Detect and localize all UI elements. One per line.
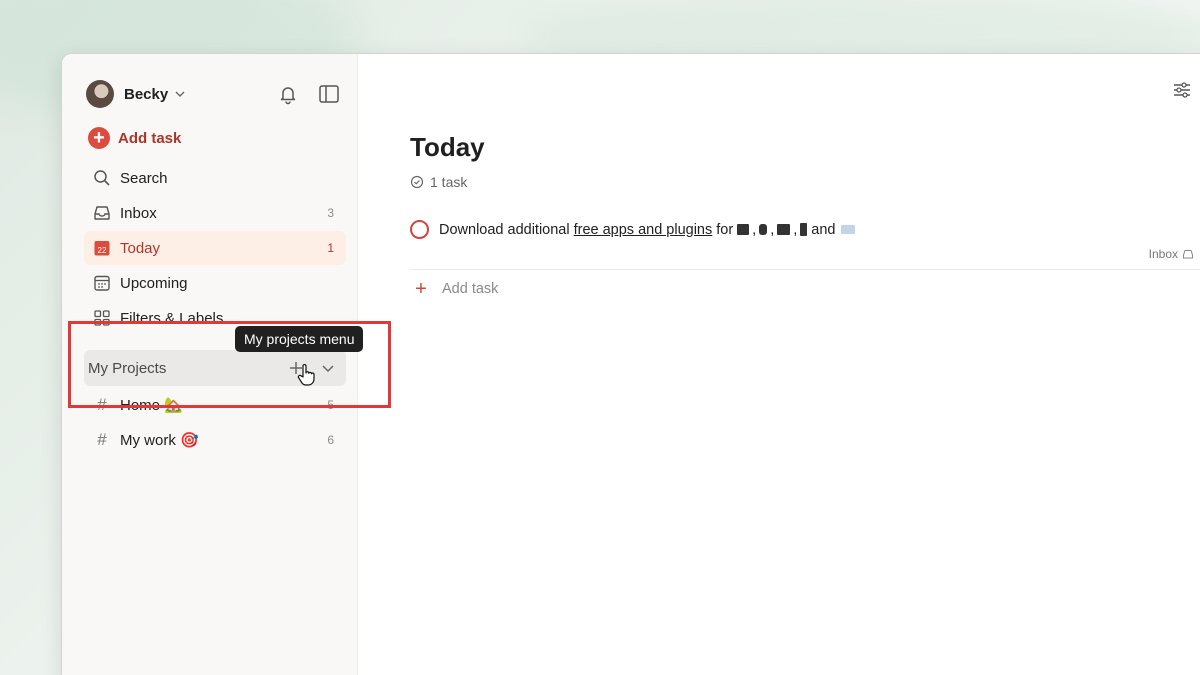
nav-label: Filters & Labels bbox=[120, 309, 224, 327]
user-menu[interactable]: Becky bbox=[86, 80, 186, 108]
tooltip: My projects menu bbox=[235, 326, 364, 352]
page-title: Today bbox=[410, 132, 485, 162]
task-project-label: Inbox bbox=[1148, 247, 1178, 261]
project-count: 5 bbox=[327, 398, 334, 412]
app-window: Becky + Add task Search Inbox 3 22 Today… bbox=[62, 54, 1200, 675]
hand-cursor-icon bbox=[297, 364, 315, 386]
plus-icon: + bbox=[415, 278, 427, 300]
sidebar: Becky + Add task Search Inbox 3 22 Today… bbox=[62, 54, 364, 675]
chevron-down-icon[interactable] bbox=[320, 360, 336, 376]
view-options-icon bbox=[1173, 82, 1190, 98]
task-item[interactable]: Download additional free apps and plugin… bbox=[410, 220, 856, 239]
search-icon bbox=[92, 168, 112, 188]
add-task-label: Add task bbox=[118, 129, 182, 147]
calendar-today-icon: 22 bbox=[92, 238, 112, 258]
laptop-icon bbox=[737, 224, 750, 235]
nav-upcoming[interactable]: Upcoming bbox=[84, 266, 346, 300]
nav-count: 3 bbox=[327, 206, 334, 220]
divider bbox=[410, 269, 1200, 270]
nav-search[interactable]: Search bbox=[84, 161, 346, 195]
nav-label: Today bbox=[120, 239, 161, 257]
projects-label: My Projects bbox=[88, 359, 167, 377]
main-content: Vi Today 1 task Download additional free… bbox=[358, 54, 1200, 675]
project-count: 6 bbox=[327, 433, 334, 447]
hash-icon: # bbox=[97, 395, 107, 414]
task-project[interactable]: Inbox bbox=[1149, 247, 1194, 261]
view-button[interactable]: Vi bbox=[1172, 80, 1200, 100]
inbox-icon bbox=[92, 203, 112, 223]
sidebar-toggle-icon[interactable] bbox=[317, 82, 341, 106]
nav-today[interactable]: 22 Today 1 bbox=[84, 231, 346, 265]
calendar-icon bbox=[92, 273, 112, 293]
chevron-down-icon bbox=[175, 91, 185, 97]
check-circle-icon bbox=[410, 175, 424, 189]
nav-label: Search bbox=[120, 169, 168, 187]
task-text-for: for bbox=[716, 221, 734, 238]
user-name: Becky bbox=[124, 85, 169, 103]
avatar bbox=[86, 80, 114, 108]
add-task-inline-button[interactable]: + Add task bbox=[412, 278, 499, 300]
filters-grid-icon bbox=[92, 308, 112, 328]
nav-inbox[interactable]: Inbox 3 bbox=[84, 196, 346, 230]
extension-icon bbox=[841, 225, 856, 234]
project-label: Home 🏡 bbox=[120, 397, 183, 414]
calendar-day: 22 bbox=[98, 246, 107, 255]
task-count: 1 task bbox=[410, 174, 467, 190]
device-icons: , , , bbox=[737, 222, 808, 238]
monitor-icon bbox=[777, 224, 791, 235]
watch-icon bbox=[759, 224, 768, 235]
inbox-icon bbox=[1183, 250, 1193, 259]
phone-icon bbox=[800, 223, 808, 236]
add-task-button[interactable]: + Add task bbox=[88, 127, 181, 149]
task-text-and: and bbox=[811, 221, 836, 238]
hash-icon: # bbox=[97, 430, 107, 449]
add-task-label: Add task bbox=[442, 281, 499, 297]
project-label: My work 🎯 bbox=[120, 432, 199, 449]
task-count-label: 1 task bbox=[430, 174, 468, 190]
task-checkbox[interactable] bbox=[410, 220, 429, 239]
task-text-prefix: Download additional bbox=[439, 221, 570, 238]
nav-count: 1 bbox=[327, 241, 334, 255]
project-home[interactable]: # Home 🏡 5 bbox=[84, 388, 346, 422]
project-my-work[interactable]: # My work 🎯 6 bbox=[84, 423, 346, 457]
nav-label: Upcoming bbox=[120, 274, 188, 292]
bell-icon[interactable] bbox=[276, 82, 300, 106]
plus-icon: + bbox=[88, 127, 110, 149]
nav-label: Inbox bbox=[120, 204, 157, 222]
task-content[interactable]: Download additional free apps and plugin… bbox=[439, 221, 856, 238]
task-link[interactable]: free apps and plugins bbox=[574, 222, 713, 238]
